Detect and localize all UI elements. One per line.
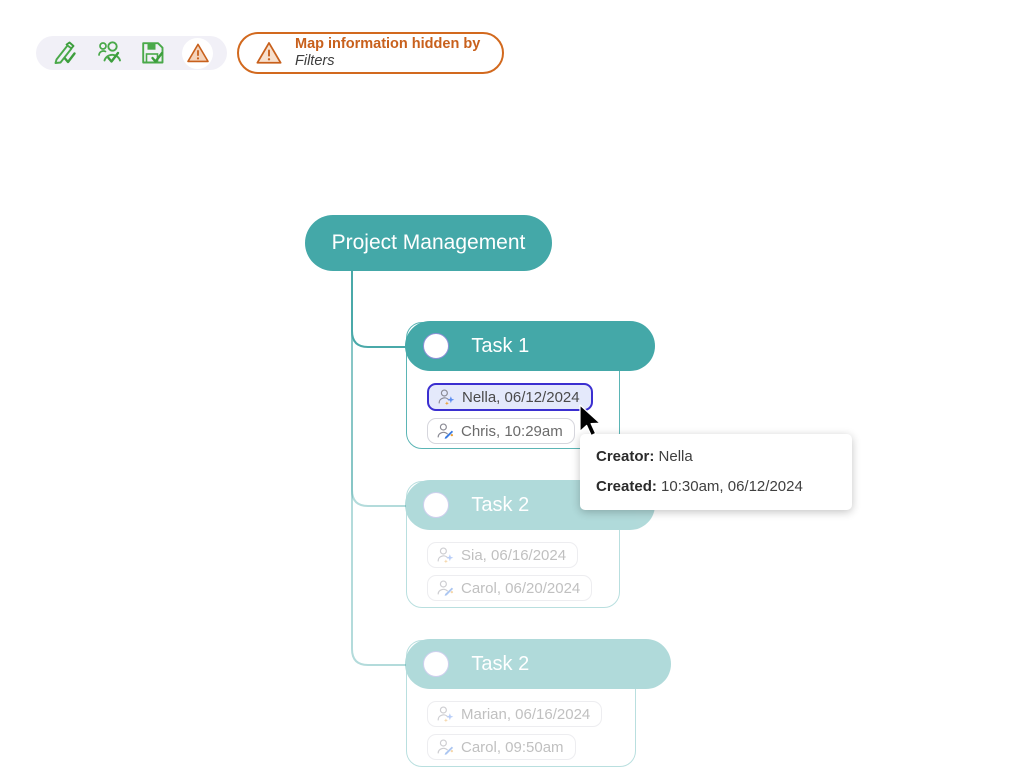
person-pencil-icon bbox=[437, 423, 454, 440]
task-status-bullet-icon[interactable] bbox=[423, 333, 450, 360]
badge-label: Marian, 06/16/2024 bbox=[461, 705, 591, 723]
badge-label: Carol, 09:50am bbox=[461, 738, 564, 756]
badge-label: Chris, 10:29am bbox=[461, 422, 563, 440]
tooltip-creator-value: Nella bbox=[658, 448, 693, 465]
badge-label: Sia, 06/16/2024 bbox=[461, 546, 567, 564]
task-node-header[interactable]: Task 1 bbox=[405, 321, 656, 372]
editor-badge[interactable]: Carol, 09:50am bbox=[427, 734, 576, 761]
person-sparkle-icon bbox=[438, 389, 455, 406]
tooltip-created-row: Created: 10:30am, 06/12/2024 bbox=[596, 478, 836, 495]
tooltip-created-value: 10:30am, 06/12/2024 bbox=[661, 478, 803, 495]
person-pencil-icon bbox=[437, 739, 454, 756]
tooltip-creator-key: Creator: bbox=[596, 448, 655, 465]
creator-tooltip: Creator: Nella Created: 10:30am, 06/12/2… bbox=[580, 434, 852, 510]
creator-badge[interactable]: Nella, 06/12/2024 bbox=[427, 383, 593, 412]
tooltip-created-key: Created: bbox=[596, 478, 657, 495]
person-pencil-icon bbox=[437, 580, 454, 597]
task-node-title: Task 1 bbox=[471, 334, 530, 357]
task-node-card[interactable]: Task 2 Marian, 06/16/2024 Carol, 09:50am bbox=[405, 639, 672, 767]
editor-badge[interactable]: Carol, 06/20/2024 bbox=[427, 575, 593, 602]
task-status-bullet-icon[interactable] bbox=[423, 651, 450, 678]
badge-label: Nella, 06/12/2024 bbox=[462, 388, 580, 406]
task-badge-list: Sia, 06/16/2024 Carol, 06/20/2024 bbox=[407, 530, 619, 613]
task-node-card[interactable]: Task 1 Nella, 06/12/2024 Chris, 10:29am bbox=[405, 321, 656, 449]
mind-map-canvas: Project Management Task 1 Nella, 06/12/2… bbox=[0, 0, 1024, 767]
person-sparkle-icon bbox=[437, 706, 454, 723]
root-node-label: Project Management bbox=[331, 231, 526, 254]
tooltip-creator-row: Creator: Nella bbox=[596, 448, 836, 465]
person-sparkle-icon bbox=[437, 547, 454, 564]
task-node-title: Task 2 bbox=[471, 652, 530, 675]
task-status-bullet-icon[interactable] bbox=[423, 492, 450, 519]
creator-badge[interactable]: Sia, 06/16/2024 bbox=[427, 542, 579, 569]
map-root-node[interactable]: Project Management bbox=[305, 215, 552, 271]
task-node-header[interactable]: Task 2 bbox=[405, 639, 672, 690]
creator-badge[interactable]: Marian, 06/16/2024 bbox=[427, 701, 603, 728]
task-node-title: Task 2 bbox=[471, 493, 530, 516]
badge-label: Carol, 06/20/2024 bbox=[461, 579, 581, 597]
editor-badge[interactable]: Chris, 10:29am bbox=[427, 418, 575, 445]
